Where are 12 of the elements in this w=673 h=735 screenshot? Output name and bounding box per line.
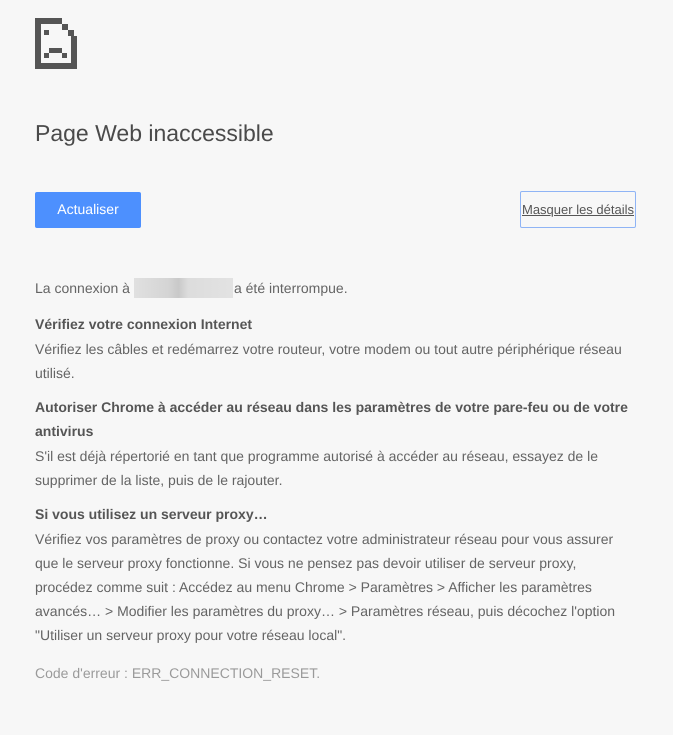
page-title: Page Web inaccessible	[35, 119, 275, 148]
hide-details-link[interactable]: Masquer les détails	[520, 191, 636, 228]
suggestion-text: S'il est déjà répertorié en tant que programme autorisé à accéder au réseau, essayez de le supprimer de la liste, puis de le rajouter.	[35, 447, 599, 490]
error-code: Code d'erreur : ERR_CONNECTION_RESET.	[35, 664, 322, 683]
suggestion-text: Vérifiez vos paramètres de proxy ou contactez votre administrateur réseau pour vous assurer que le serveur proxy fonctionne. Si vous ne pensez pas devoir utiliser de serveur proxy, procédez comme suit : Accédez au menu Chrome > Paramètres > Afficher les paramètres avancés… > Modifier les paramètres du proxy… > Paramètres réseau, puis décochez l'option "Utiliser un serveur proxy pour votre réseau local".	[35, 530, 616, 645]
suggestion-heading: Vérifiez votre connexion Internet	[35, 315, 254, 334]
sad-page-icon	[35, 18, 77, 69]
connection-text: La connexion à	[35, 279, 130, 298]
suggestion-heading: Si vous utilisez un serveur proxy…	[35, 505, 269, 524]
suggestion-text: Vérifiez les câbles et redémarrez votre routeur, votre modem ou tout autre périphérique réseau utilisé.	[35, 340, 623, 383]
connection-text: a été interrompue.	[234, 279, 348, 298]
suggestion-heading: Autoriser Chrome à accéder au réseau dans les paramètres de votre pare-feu ou de votre antivirus	[35, 398, 629, 441]
